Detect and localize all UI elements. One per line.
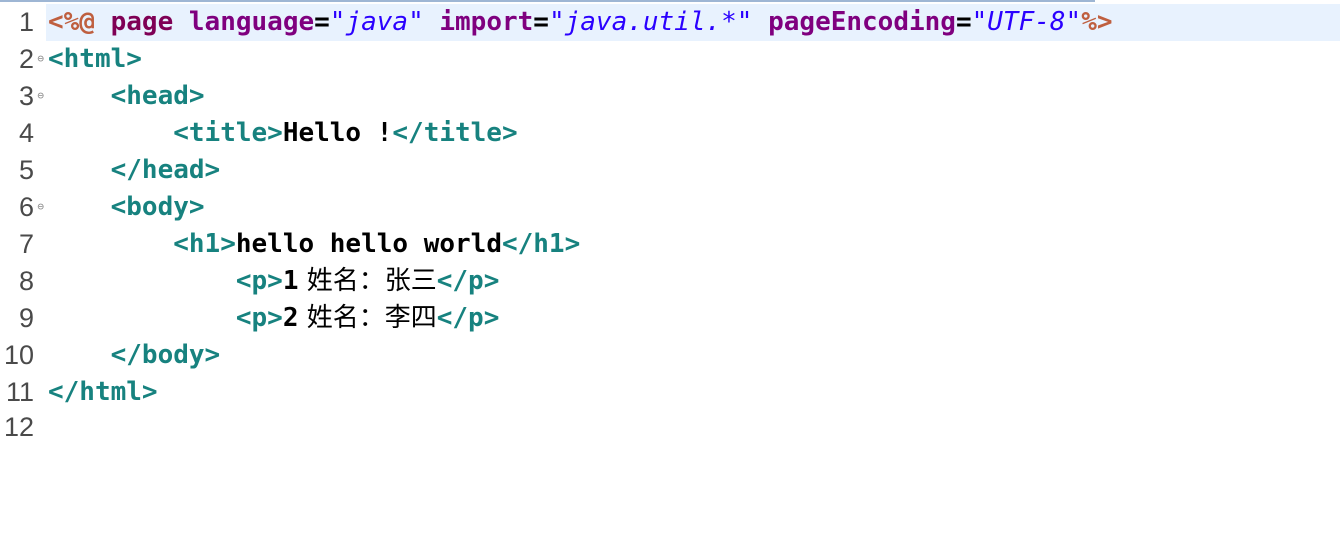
code-content[interactable]: <head>: [48, 78, 205, 115]
code-line-7[interactable]: 7 <h1>hello hello world</h1>: [0, 226, 1340, 263]
p-close-tag: </p>: [436, 266, 500, 296]
code-content[interactable]: <h1>hello hello world</h1>: [48, 226, 580, 263]
title-open-tag: <title>: [173, 118, 283, 148]
html-open-tag: <html>: [48, 44, 142, 74]
equals-sign: =: [955, 7, 972, 37]
p-text: 姓名：李四: [298, 303, 437, 333]
line-number: 4: [18, 118, 34, 148]
attr-page-encoding: pageEncoding: [752, 7, 956, 37]
editor-top-border: [0, 0, 1095, 2]
h1-close-tag: </h1>: [501, 229, 581, 259]
title-close-tag: </title>: [392, 118, 518, 148]
line-gutter: 7: [0, 226, 46, 263]
line-number: 12: [3, 412, 34, 442]
line-gutter: 4: [0, 115, 46, 152]
p-text: 姓名：张三: [298, 266, 437, 296]
line-number: 10: [3, 340, 34, 370]
p-number: 1: [282, 266, 299, 296]
code-content[interactable]: <%@ page language="java" import="java.ut…: [48, 4, 1113, 41]
line-number: 11: [5, 377, 34, 407]
code-line-2[interactable]: 2 ⊖ <html>: [0, 41, 1340, 78]
line-number: 1: [18, 7, 34, 37]
h1-text: hello hello world: [235, 229, 502, 259]
code-line-5[interactable]: 5 </head>: [0, 152, 1340, 189]
head-close-tag: </head>: [110, 155, 221, 185]
code-content[interactable]: </body>: [48, 337, 221, 374]
code-content[interactable]: <p>2 姓名：李四</p>: [48, 300, 500, 337]
line-gutter: 10: [0, 337, 46, 374]
line-gutter: 1: [0, 4, 46, 41]
line-gutter: 2 ⊖: [0, 41, 46, 78]
directive-close: %>: [1081, 7, 1113, 37]
code-line-4[interactable]: 4 <title>Hello !</title>: [0, 115, 1340, 152]
p-open-tag: <p>: [235, 266, 283, 296]
code-content[interactable]: <p>1 姓名：张三</p>: [48, 263, 500, 300]
line-number: 3: [18, 81, 34, 111]
p-number: 2: [282, 303, 299, 333]
line-gutter: 8: [0, 263, 46, 300]
body-open-tag: <body>: [110, 192, 205, 222]
directive-open: <%@: [48, 7, 95, 37]
line-number: 7: [18, 229, 34, 259]
code-line-12[interactable]: 12: [0, 409, 1340, 446]
value-import: "java.util.*": [548, 7, 753, 37]
equals-sign: =: [533, 7, 549, 37]
title-text: Hello !: [282, 118, 393, 148]
p-close-tag: </p>: [436, 303, 500, 333]
line-number: 2: [18, 44, 34, 74]
h1-open-tag: <h1>: [173, 229, 236, 259]
line-number: 8: [18, 266, 34, 296]
value-language: "java": [329, 7, 424, 37]
code-line-1[interactable]: 1 <%@ page language="java" import="java.…: [0, 4, 1340, 41]
code-line-6[interactable]: 6 ⊖ <body>: [0, 189, 1340, 226]
attr-language: language: [173, 7, 315, 37]
line-number: 5: [18, 155, 34, 185]
code-editor[interactable]: 1 <%@ page language="java" import="java.…: [0, 0, 1340, 446]
line-number: 9: [18, 303, 34, 333]
code-content[interactable]: <title>Hello !</title>: [48, 115, 518, 152]
p-open-tag: <p>: [235, 303, 283, 333]
code-content[interactable]: </html>: [48, 374, 158, 411]
code-line-3[interactable]: 3 ⊖ <head>: [0, 78, 1340, 115]
fold-collapse-icon[interactable]: ⊖: [37, 201, 44, 212]
line-gutter: 6 ⊖: [0, 189, 46, 226]
line-gutter: 12: [0, 409, 46, 446]
code-content[interactable]: </head>: [48, 152, 221, 189]
line-number: 6: [18, 192, 34, 222]
code-line-11[interactable]: 11 </html>: [0, 374, 1340, 411]
html-close-tag: </html>: [48, 377, 158, 407]
code-content[interactable]: <body>: [48, 189, 205, 226]
fold-collapse-icon[interactable]: ⊖: [37, 90, 44, 101]
line-gutter: 11: [0, 374, 46, 411]
code-line-8[interactable]: 8 <p>1 姓名：张三</p>: [0, 263, 1340, 300]
code-content[interactable]: <html>: [48, 41, 142, 78]
code-line-9[interactable]: 9 <p>2 姓名：李四</p>: [0, 300, 1340, 337]
value-page-encoding: "UTF-8": [971, 7, 1082, 37]
code-line-10[interactable]: 10 </body>: [0, 337, 1340, 374]
equals-sign: =: [314, 7, 330, 37]
line-gutter: 3 ⊖: [0, 78, 46, 115]
body-close-tag: </body>: [110, 340, 221, 370]
fold-collapse-icon[interactable]: ⊖: [37, 53, 44, 64]
directive-keyword: page: [94, 7, 174, 37]
attr-import: import: [423, 7, 534, 37]
head-open-tag: <head>: [110, 81, 205, 111]
line-gutter: 5: [0, 152, 46, 189]
line-gutter: 9: [0, 300, 46, 337]
